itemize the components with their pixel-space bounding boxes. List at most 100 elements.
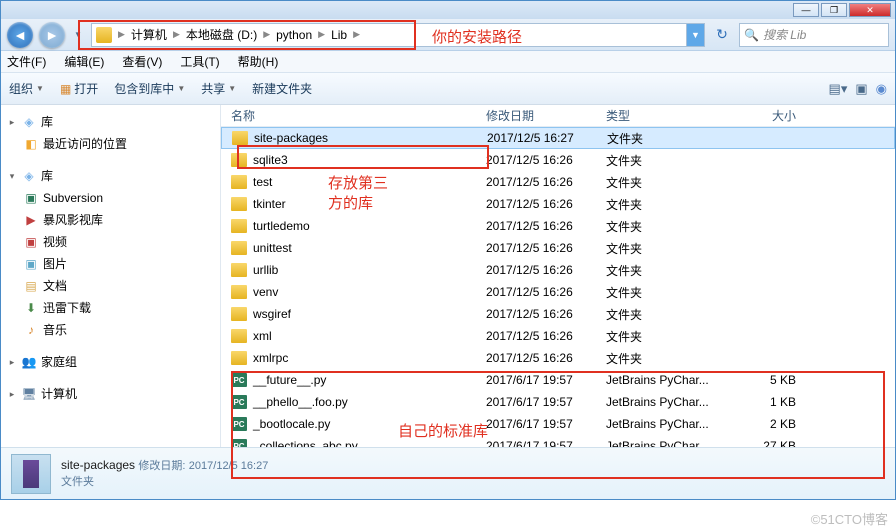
- share-button[interactable]: 共享▼: [201, 80, 236, 97]
- column-size[interactable]: 大小: [726, 107, 806, 124]
- chevron-right-icon[interactable]: ▶: [116, 29, 127, 40]
- breadcrumb-item[interactable]: Lib: [327, 28, 351, 42]
- breadcrumb-item[interactable]: python: [272, 28, 316, 42]
- chevron-right-icon[interactable]: ▶: [316, 29, 327, 40]
- sidebar-item-label: 家庭组: [41, 353, 77, 371]
- table-row[interactable]: PC_collections_abc.py2017/6/17 19:57JetB…: [221, 435, 895, 447]
- table-row[interactable]: xml2017/12/5 16:26文件夹: [221, 325, 895, 347]
- expand-icon[interactable]: ▸: [7, 113, 17, 131]
- recent-icon: ◧: [23, 136, 39, 152]
- column-type[interactable]: 类型: [606, 107, 726, 124]
- details-date: 2017/12/5 16:27: [189, 460, 269, 472]
- folder-icon: [231, 263, 247, 277]
- file-date: 2017/12/5 16:26: [486, 329, 606, 343]
- chevron-right-icon[interactable]: ▶: [171, 29, 182, 40]
- sidebar-item-music[interactable]: ♪音乐: [1, 319, 220, 341]
- table-row[interactable]: xmlrpc 2017/12/5 16:26文件夹: [221, 347, 895, 369]
- file-type: 文件夹: [606, 174, 726, 191]
- table-row[interactable]: test2017/12/5 16:26文件夹: [221, 171, 895, 193]
- menubar: 文件(F) 编辑(E) 查看(V) 工具(T) 帮助(H): [1, 51, 895, 73]
- subversion-icon: ▣: [23, 190, 39, 206]
- pictures-icon: ▣: [23, 256, 39, 272]
- forward-button[interactable]: ►: [39, 22, 65, 48]
- file-date: 2017/12/5 16:26: [486, 351, 606, 365]
- open-button[interactable]: ▦打开: [60, 80, 98, 97]
- sidebar-item-subversion[interactable]: ▣Subversion: [1, 187, 220, 209]
- file-size: 5 KB: [726, 373, 806, 387]
- file-date: 2017/12/5 16:26: [486, 263, 606, 277]
- sidebar-item-videolib[interactable]: ▶暴风影视库: [1, 209, 220, 231]
- menu-file[interactable]: 文件(F): [7, 53, 46, 70]
- history-dropdown[interactable]: ▼: [71, 25, 85, 45]
- file-date: 2017/6/17 19:57: [486, 439, 606, 447]
- new-folder-button[interactable]: 新建文件夹: [252, 80, 312, 97]
- organize-button[interactable]: 组织▼: [9, 80, 44, 97]
- folder-icon: [231, 219, 247, 233]
- file-name: __phello__.foo.py: [253, 395, 348, 409]
- table-row[interactable]: wsgiref2017/12/5 16:26文件夹: [221, 303, 895, 325]
- menu-view[interactable]: 查看(V): [122, 53, 162, 70]
- video-icon: ▶: [23, 212, 39, 228]
- folder-icon: [231, 153, 247, 167]
- breadcrumb-dropdown[interactable]: ▼: [686, 24, 704, 46]
- preview-pane-button[interactable]: ▣: [855, 81, 867, 97]
- help-button[interactable]: ◉: [876, 81, 887, 97]
- sidebar-computer[interactable]: ▸ 🖥 计算机: [1, 383, 220, 405]
- titlebar: — ❐ ✕: [1, 1, 895, 19]
- collapse-icon[interactable]: ▾: [7, 167, 17, 185]
- folder-icon: [231, 285, 247, 299]
- menu-help[interactable]: 帮助(H): [238, 53, 279, 70]
- expand-icon[interactable]: ▸: [7, 385, 17, 403]
- file-name: _bootlocale.py: [253, 417, 330, 431]
- breadcrumb-item[interactable]: 本地磁盘 (D:): [182, 26, 261, 43]
- column-date[interactable]: 修改日期: [486, 107, 606, 124]
- pycharm-file-icon: PC: [231, 395, 247, 409]
- table-row[interactable]: site-packages2017/12/5 16:27文件夹: [221, 127, 895, 149]
- chevron-right-icon[interactable]: ▶: [261, 29, 272, 40]
- search-input[interactable]: 🔍 搜索 Lib: [739, 23, 889, 47]
- breadcrumb-item[interactable]: 计算机: [127, 26, 171, 43]
- include-in-library-button[interactable]: 包含到库中▼: [114, 80, 185, 97]
- sidebar-item-documents[interactable]: ▤文档: [1, 275, 220, 297]
- details-type: 文件夹: [61, 474, 268, 490]
- file-type: JetBrains PyChar...: [606, 395, 726, 409]
- sidebar-item-label: 迅雷下载: [43, 299, 91, 317]
- table-row[interactable]: venv2017/12/5 16:26文件夹: [221, 281, 895, 303]
- table-row[interactable]: sqlite32017/12/5 16:26文件夹: [221, 149, 895, 171]
- table-row[interactable]: PC__future__.py2017/6/17 19:57JetBrains …: [221, 369, 895, 391]
- sidebar-item-label: 库: [41, 113, 53, 131]
- sidebar-libraries[interactable]: ▸ ◈ 库: [1, 111, 220, 133]
- pycharm-file-icon: PC: [231, 439, 247, 447]
- sidebar-item-videos[interactable]: ▣视频: [1, 231, 220, 253]
- expand-icon[interactable]: ▸: [7, 353, 17, 371]
- table-row[interactable]: tkinter2017/12/5 16:26文件夹: [221, 193, 895, 215]
- table-row[interactable]: unittest2017/12/5 16:26文件夹: [221, 237, 895, 259]
- menu-tools[interactable]: 工具(T): [180, 53, 219, 70]
- sidebar-homegroup[interactable]: ▸ 👥 家庭组: [1, 351, 220, 373]
- close-button[interactable]: ✕: [849, 3, 891, 17]
- column-name[interactable]: 名称: [231, 107, 486, 124]
- file-name: xmlrpc: [253, 351, 288, 365]
- folder-icon: [231, 307, 247, 321]
- sidebar-item-pictures[interactable]: ▣图片: [1, 253, 220, 275]
- back-button[interactable]: ◄: [7, 22, 33, 48]
- table-row[interactable]: urllib2017/12/5 16:26文件夹: [221, 259, 895, 281]
- breadcrumb[interactable]: ▶ 计算机 ▶ 本地磁盘 (D:) ▶ python ▶ Lib ▶ ▼: [91, 23, 705, 47]
- file-type: 文件夹: [606, 350, 726, 367]
- refresh-button[interactable]: ↻: [711, 24, 733, 46]
- sidebar-item-downloads[interactable]: ⬇迅雷下载: [1, 297, 220, 319]
- chevron-right-icon[interactable]: ▶: [351, 29, 362, 40]
- library-icon: ◈: [21, 168, 37, 184]
- sidebar-recent[interactable]: ◧ 最近访问的位置: [1, 133, 220, 155]
- sidebar-item-label: 计算机: [41, 385, 77, 403]
- maximize-button[interactable]: ❐: [821, 3, 847, 17]
- folder-icon: [231, 175, 247, 189]
- view-options-button[interactable]: ▤▾: [829, 81, 848, 97]
- table-row[interactable]: PC__phello__.foo.py2017/6/17 19:57JetBra…: [221, 391, 895, 413]
- table-row[interactable]: turtledemo2017/12/5 16:26文件夹: [221, 215, 895, 237]
- file-type: 文件夹: [606, 240, 726, 257]
- table-row[interactable]: PC_bootlocale.py2017/6/17 19:57JetBrains…: [221, 413, 895, 435]
- menu-edit[interactable]: 编辑(E): [64, 53, 104, 70]
- minimize-button[interactable]: —: [793, 3, 819, 17]
- sidebar-libraries[interactable]: ▾ ◈ 库: [1, 165, 220, 187]
